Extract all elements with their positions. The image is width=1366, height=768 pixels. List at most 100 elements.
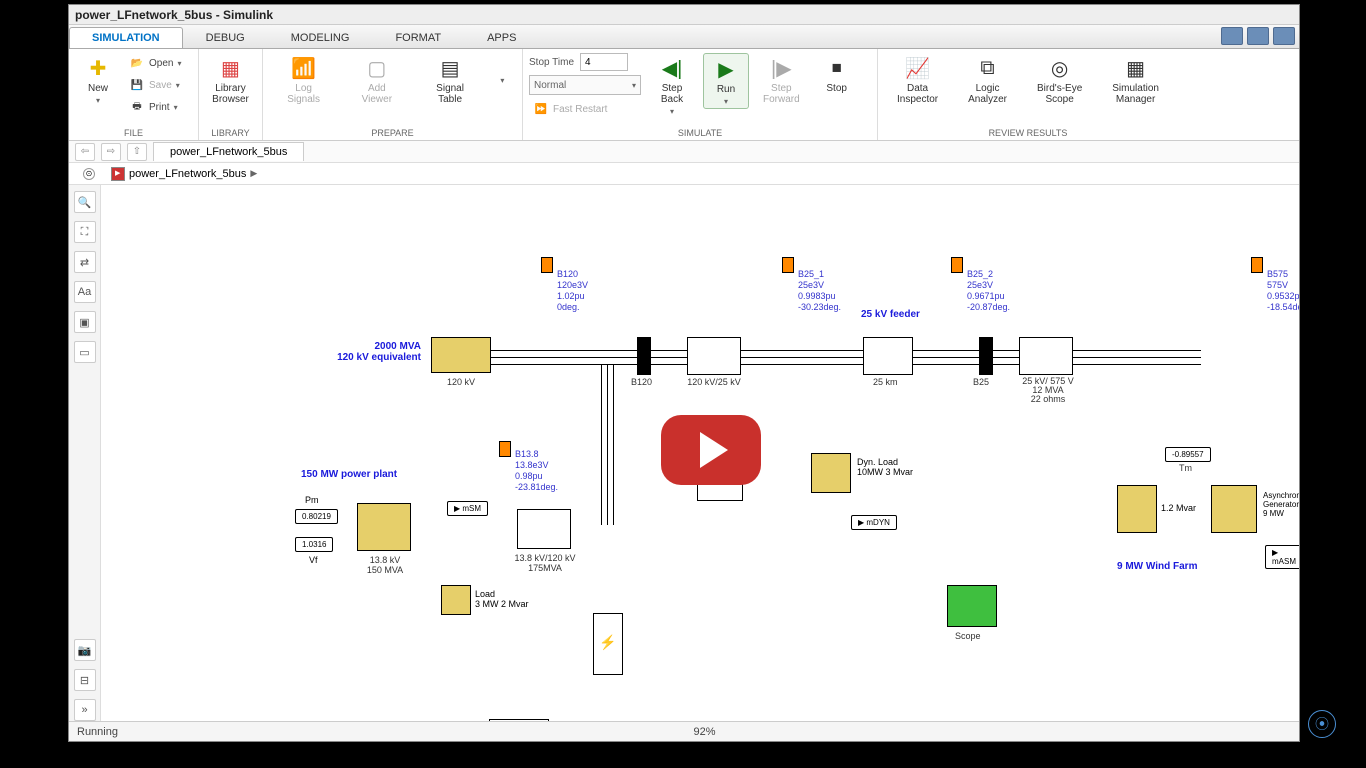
qa-button-1[interactable] <box>1221 27 1243 45</box>
library-browser-button[interactable]: ▦ Library Browser <box>205 53 256 107</box>
wind-label: 9 MW Wind Farm <box>1117 561 1197 572</box>
save-icon: 💾 <box>129 77 145 93</box>
window-title: power_LFnetwork_5bus - Simulink <box>75 8 273 22</box>
bus-b25[interactable] <box>979 337 993 375</box>
xfmr-120-25[interactable] <box>687 337 741 375</box>
bus-flag-b25-2[interactable] <box>951 257 963 273</box>
print-button[interactable]: 🖶Print▾ <box>125 97 185 117</box>
scope-block[interactable] <box>947 585 997 627</box>
feeder-block[interactable] <box>863 337 913 375</box>
nav-up-button[interactable]: ⇧ <box>127 143 147 161</box>
qa-button-3[interactable] <box>1273 27 1295 45</box>
masm-tag[interactable]: ▶ mASM <box>1265 545 1299 569</box>
xfmr-25-575[interactable] <box>1019 337 1073 375</box>
video-play-icon[interactable] <box>661 415 761 485</box>
model-icon <box>111 167 125 181</box>
add-viewer-button[interactable]: ▢Add Viewer <box>354 53 400 107</box>
new-button[interactable]: ✚ New ▾ <box>75 53 121 107</box>
bus-b575-data: B575575V0.9532pu-18.54deg. <box>1267 269 1299 313</box>
fast-restart-button[interactable]: ⏩Fast Restart <box>529 99 641 119</box>
library-icon: ▦ <box>218 55 244 81</box>
bus-flag-b138[interactable] <box>499 441 511 457</box>
status-text: Running <box>77 726 118 738</box>
load-block[interactable] <box>441 585 471 615</box>
sync-gen-block[interactable] <box>357 503 411 551</box>
vf-const[interactable]: 1.0316 <box>295 537 333 552</box>
stoptime-label: Stop Time <box>529 57 574 68</box>
ribbon: ✚ New ▾ 📂Open▾ 💾Save▾ 🖶Print▾ FILE ▦ Lib… <box>69 49 1299 141</box>
bus-flag-b25-1[interactable] <box>782 257 794 273</box>
tab-debug[interactable]: DEBUG <box>183 27 268 48</box>
powergui-block[interactable]: Phasor 60 Hz <box>489 719 549 721</box>
folder-icon: 📂 <box>129 55 145 71</box>
model-tab[interactable]: power_LFnetwork_5bus <box>153 142 304 161</box>
area-icon[interactable]: ▭ <box>74 341 96 363</box>
group-prepare: 📶Log Signals ▢Add Viewer ▤Signal Table ▾… <box>263 49 523 140</box>
feeder-label: 25 kV feeder <box>861 309 920 320</box>
data-inspector-button[interactable]: 📈Data Inspector <box>891 53 944 107</box>
play-icon: ▶ <box>713 56 739 82</box>
explorer-bar: ⇦ ⇨ ⇧ power_LFnetwork_5bus <box>69 141 1299 163</box>
simulink-window: power_LFnetwork_5bus - Simulink SIMULATI… <box>68 4 1300 742</box>
quick-access <box>1221 27 1295 45</box>
cap-block[interactable] <box>1117 485 1157 533</box>
mdyn-tag[interactable]: ▶ mDYN <box>851 515 897 530</box>
fit-icon[interactable]: ⛶ <box>74 221 96 243</box>
fault-block[interactable]: ⚡ <box>593 613 623 675</box>
zoom-icon[interactable]: 🔍 <box>74 191 96 213</box>
zoom-level: 92% <box>693 726 715 738</box>
signal-table-button[interactable]: ▤Signal Table <box>427 53 473 107</box>
plant-label: 150 MW power plant <box>301 469 397 480</box>
tab-apps[interactable]: APPS <box>464 27 539 48</box>
viewer-icon: ▢ <box>364 55 390 81</box>
image-icon[interactable]: ▣ <box>74 311 96 333</box>
logic-analyzer-button[interactable]: ⧉Logic Analyzer <box>962 53 1013 107</box>
brand-logo-icon: ⦿ <box>1308 710 1336 738</box>
qa-button-2[interactable] <box>1247 27 1269 45</box>
pm-const[interactable]: 0.80219 <box>295 509 338 524</box>
eye-icon: ◎ <box>1047 55 1073 81</box>
bus-flag-b120[interactable] <box>541 257 553 273</box>
ribbon-tabs: SIMULATION DEBUG MODELING FORMAT APPS <box>69 25 1299 49</box>
prepare-expand[interactable]: ▾ <box>500 76 504 85</box>
tab-simulation[interactable]: SIMULATION <box>69 27 183 48</box>
model-browser-toggle[interactable]: ⊙ <box>83 168 95 180</box>
msm-tag[interactable]: ▶ mSM <box>447 501 488 516</box>
xfmr-138-120[interactable] <box>517 509 571 549</box>
tab-modeling[interactable]: MODELING <box>268 27 373 48</box>
step-back-button[interactable]: ◀|Step Back▾ <box>649 53 695 118</box>
print-icon: 🖶 <box>129 99 145 115</box>
bus-b138-data: B13.813.8e3V0.98pu-23.81deg. <box>515 449 558 493</box>
record-icon[interactable]: ⊟ <box>74 669 96 691</box>
simulation-mode-select[interactable]: Normal▾ <box>529 75 641 95</box>
bus-flag-b575[interactable] <box>1251 257 1263 273</box>
stop-button[interactable]: ⏹Stop <box>814 53 860 96</box>
step-forward-button[interactable]: |▶Step Forward <box>757 53 806 107</box>
expand-icon[interactable]: » <box>74 699 96 721</box>
nav-back-button[interactable]: ⇦ <box>75 143 95 161</box>
bus-b120[interactable] <box>637 337 651 375</box>
screenshot-icon[interactable]: 📷 <box>74 639 96 661</box>
save-button[interactable]: 💾Save▾ <box>125 75 185 95</box>
model-canvas[interactable]: 2000 MVA 120 kV equivalent 120 kV B12012… <box>101 185 1299 721</box>
dyn-load-block[interactable] <box>811 453 851 493</box>
annotate-icon[interactable]: Aa <box>74 281 96 303</box>
stoptime-input[interactable] <box>580 53 628 71</box>
tm-const[interactable]: -0.89557 <box>1165 447 1211 462</box>
run-button[interactable]: ▶Run▾ <box>703 53 749 109</box>
log-signals-button[interactable]: 📶Log Signals <box>281 53 327 107</box>
source-block[interactable] <box>431 337 491 373</box>
crumb-root[interactable]: power_LFnetwork_5bus <box>129 168 246 180</box>
sim-manager-button[interactable]: ▦Simulation Manager <box>1106 53 1165 107</box>
async-gen-block[interactable] <box>1211 485 1257 533</box>
nav-forward-button[interactable]: ⇨ <box>101 143 121 161</box>
open-button[interactable]: 📂Open▾ <box>125 53 185 73</box>
tab-format[interactable]: FORMAT <box>372 27 464 48</box>
new-icon: ✚ <box>85 55 111 81</box>
birds-eye-button[interactable]: ◎Bird's-Eye Scope <box>1031 53 1088 107</box>
arrows-icon[interactable]: ⇄ <box>74 251 96 273</box>
crumb-arrow-icon: ▶ <box>250 168 257 179</box>
equiv-label: 2000 MVA 120 kV equivalent <box>276 341 421 363</box>
canvas-area: 🔍 ⛶ ⇄ Aa ▣ ▭ 📷 ⊟ » 2000 MVA 120 kV equiv… <box>69 185 1299 721</box>
bus-b120-data: B120120e3V1.02pu0deg. <box>557 269 588 313</box>
